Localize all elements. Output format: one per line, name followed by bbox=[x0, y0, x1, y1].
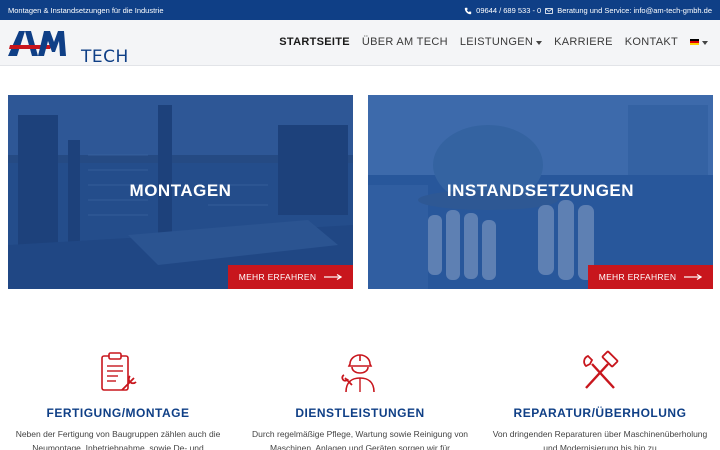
service-fertigung-montage: FERTIGUNG/MONTAGE Neben der Fertigung vo… bbox=[0, 350, 236, 450]
service-title: DIENSTLEISTUNGEN bbox=[295, 406, 425, 420]
service-text: Durch regelmäßige Pflege, Wartung sowie … bbox=[251, 429, 469, 450]
service-title: REPARATUR/ÜBERHOLUNG bbox=[513, 406, 687, 420]
mehr-erfahren-button[interactable]: MEHR ERFAHREN bbox=[228, 265, 353, 289]
nav-item-karriere[interactable]: KARRIERE bbox=[554, 36, 613, 48]
logo-tech-text: TECH bbox=[81, 47, 129, 67]
nav-label: KONTAKT bbox=[624, 36, 678, 48]
hero-title: MONTAGEN bbox=[129, 181, 232, 200]
chevron-down-icon bbox=[702, 40, 708, 45]
main-nav: STARTSEITE ÜBER AM TECH LEISTUNGEN KARRI… bbox=[279, 36, 708, 48]
german-flag-icon bbox=[690, 39, 699, 45]
logo-am-mark bbox=[8, 31, 66, 56]
service-dienstleistungen: DIENSTLEISTUNGEN Durch regelmäßige Pfleg… bbox=[242, 350, 478, 450]
hammer-wrench-icon bbox=[583, 350, 619, 389]
arrow-right-icon bbox=[684, 274, 703, 280]
logo[interactable]: TECH bbox=[8, 28, 128, 67]
tagline: Montagen & Instandsetzungen für die Indu… bbox=[8, 6, 164, 15]
contact-info: 09644 / 689 533 - 0 Beratung und Service… bbox=[464, 6, 712, 15]
hero-card-montagen[interactable]: MONTAGEN MEHR ERFAHREN bbox=[8, 95, 353, 289]
service-email[interactable]: Beratung und Service: info@am-tech-gmbh.… bbox=[557, 6, 712, 15]
service-text: Von dringenden Reparaturen über Maschine… bbox=[492, 429, 708, 450]
nav-label: ÜBER AM TECH bbox=[361, 36, 448, 48]
button-label: MEHR ERFAHREN bbox=[238, 272, 317, 282]
nav-item-ueber-am-tech[interactable]: ÜBER AM TECH bbox=[362, 36, 448, 48]
phone-number[interactable]: 09644 / 689 533 - 0 bbox=[476, 6, 541, 15]
nav-label: STARTSEITE bbox=[279, 36, 350, 48]
site-header: TECH STARTSEITE ÜBER AM TECH LEISTUNGEN … bbox=[0, 20, 720, 67]
mehr-erfahren-button[interactable]: MEHR ERFAHREN bbox=[588, 265, 713, 289]
mail-icon bbox=[545, 7, 554, 14]
nav-label: LEISTUNGEN bbox=[459, 36, 534, 48]
service-reparatur-ueberholung: REPARATUR/ÜBERHOLUNG Von dringenden Repa… bbox=[482, 350, 718, 450]
nav-item-startseite[interactable]: STARTSEITE bbox=[279, 36, 350, 48]
language-switcher[interactable] bbox=[690, 39, 708, 45]
nav-label: KARRIERE bbox=[554, 36, 613, 48]
phone-icon bbox=[464, 7, 472, 14]
service-text: Neben der Fertigung von Baugruppen zähle… bbox=[15, 429, 221, 450]
chevron-down-icon bbox=[536, 40, 543, 45]
nav-item-kontakt[interactable]: KONTAKT bbox=[625, 36, 678, 48]
clipboard-tools-icon bbox=[101, 352, 137, 391]
worker-wrench-icon bbox=[341, 354, 375, 393]
top-bar: Montagen & Instandsetzungen für die Indu… bbox=[0, 0, 720, 20]
button-label: MEHR ERFAHREN bbox=[598, 272, 677, 282]
hero-title: INSTANDSETZUNGEN bbox=[446, 181, 635, 200]
nav-item-leistungen[interactable]: LEISTUNGEN bbox=[459, 36, 543, 48]
service-title: FERTIGUNG/MONTAGE bbox=[46, 406, 190, 420]
hero-card-instandsetzungen[interactable]: INSTANDSETZUNGEN MEHR ERFAHREN bbox=[368, 95, 713, 289]
arrow-right-icon bbox=[324, 274, 343, 280]
